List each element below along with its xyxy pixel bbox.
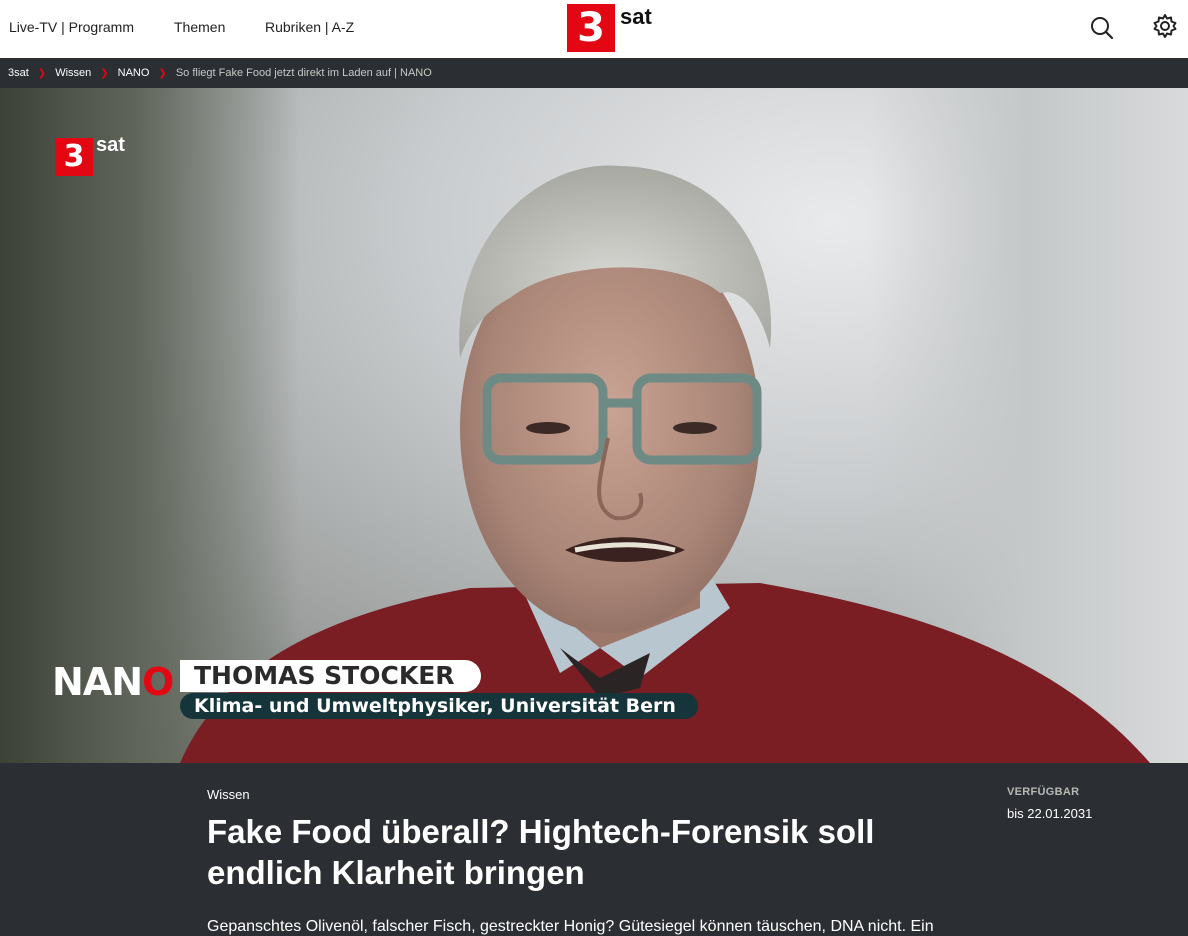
chevron-right-icon: ❯ [37,67,47,79]
video-frame-person [180,165,1150,763]
article-teaser: Gepanschtes Olivenöl, falscher Fisch, ge… [207,918,934,935]
video-player[interactable]: 3 sat NANO THOMAS STOCKER Klima- und Umw… [0,88,1188,763]
logo-text: sat [620,4,652,29]
video-3sat-logo: 3 sat [55,134,135,178]
chevron-right-icon: ❯ [100,67,109,79]
availability-label: VERFÜGBAR [1007,786,1080,798]
3sat-logo[interactable]: 3 sat [567,4,655,52]
nav-rubriken-link[interactable]: Rubriken | A-Z [265,19,354,35]
search-icon[interactable] [1088,14,1116,42]
video-logo-number: 3 [55,138,93,176]
logo-number: 3 [567,4,615,52]
article-header: Wissen Fake Food überall? Hightech-Foren… [0,763,1188,936]
article-category[interactable]: Wissen [207,787,250,802]
breadcrumb-item-current: So fliegt Fake Food jetzt direkt im Lade… [175,67,432,79]
breadcrumb-item-nano[interactable]: NANO [118,67,150,79]
nav-themen-link[interactable]: Themen [174,19,225,35]
person-name: THOMAS STOCKER [180,660,481,692]
breadcrumb-item-3sat[interactable]: 3sat [8,67,29,79]
breadcrumb-item-wissen[interactable]: Wissen [55,67,91,79]
breadcrumb: 3sat ❯ Wissen ❯ NANO ❯ So fliegt Fake Fo… [0,58,1188,88]
nano-show-logo: NANO [52,660,174,704]
chevron-right-icon: ❯ [158,67,167,79]
availability-date: bis 22.01.2031 [1007,806,1093,821]
video-logo-text: sat [96,134,125,156]
top-navigation: Live-TV | Programm Themen Rubriken | A-Z… [0,0,1188,58]
article-headline: Fake Food überall? Hightech-Forensik sol… [207,813,875,891]
gear-icon[interactable] [1151,12,1179,40]
person-role: Klima- und Umweltphysiker, Universität B… [180,693,698,719]
nav-live-tv-link[interactable]: Live-TV | Programm [9,19,134,35]
